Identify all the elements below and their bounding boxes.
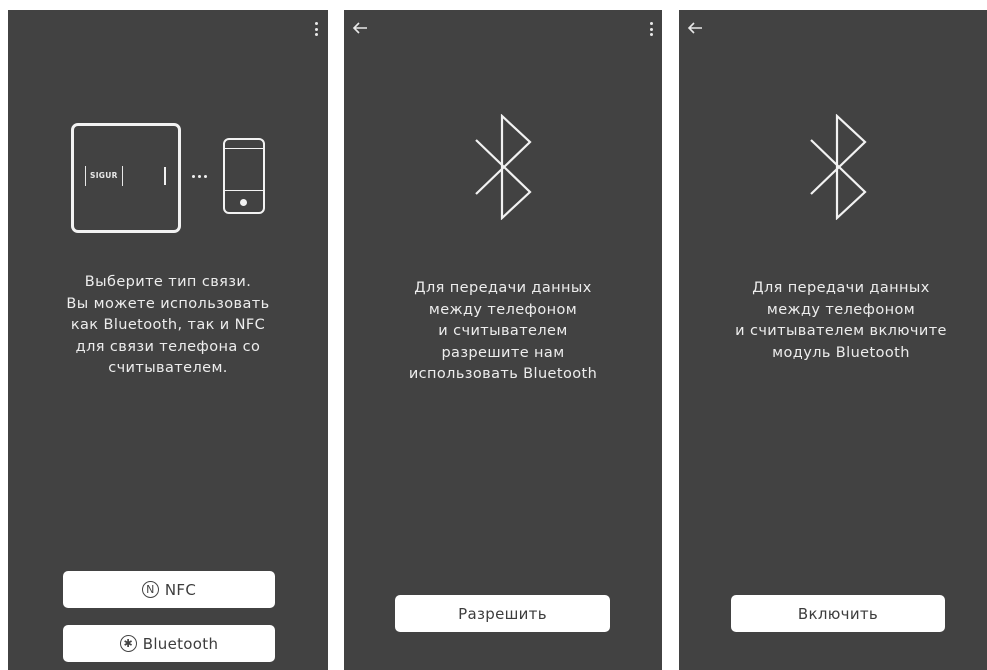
bluetooth-button[interactable]: ✱ Bluetooth <box>63 625 275 662</box>
reader-logo: SIGUR <box>85 166 123 186</box>
more-options-icon[interactable] <box>315 22 319 36</box>
bluetooth-permission-screen: Для передачи данных между телефоном и сч… <box>344 10 662 670</box>
reader-illustration: SIGUR <box>71 123 181 233</box>
connection-dots-icon <box>192 175 207 178</box>
back-arrow-icon[interactable] <box>351 20 369 36</box>
back-arrow-icon[interactable] <box>686 20 704 36</box>
allow-button[interactable]: Разрешить <box>395 595 610 632</box>
nfc-button[interactable]: N NFC <box>63 571 275 608</box>
enable-button[interactable]: Включить <box>731 595 945 632</box>
connection-type-screen: SIGUR Выберите тип связи. Вы можете испо… <box>8 10 328 670</box>
phone-illustration <box>223 138 265 214</box>
reader-indicator <box>164 167 166 185</box>
bluetooth-icon: ✱ <box>119 635 137 652</box>
bluetooth-icon <box>475 114 532 220</box>
connection-type-message: Выберите тип связи. Вы можете использова… <box>66 274 270 376</box>
bluetooth-button-label: Bluetooth <box>142 634 219 653</box>
permission-message: Для передачи данных между телефоном и сч… <box>408 280 598 382</box>
enable-button-label: Включить <box>797 604 879 623</box>
allow-button-label: Разрешить <box>458 604 547 623</box>
enable-message: Для передачи данных между телефоном и сч… <box>735 280 947 361</box>
bluetooth-icon <box>810 114 867 220</box>
nfc-button-label: NFC <box>164 580 197 599</box>
more-options-icon[interactable] <box>650 22 654 36</box>
bluetooth-enable-screen: Для передачи данных между телефоном и сч… <box>679 10 987 670</box>
nfc-icon: N <box>141 581 159 598</box>
